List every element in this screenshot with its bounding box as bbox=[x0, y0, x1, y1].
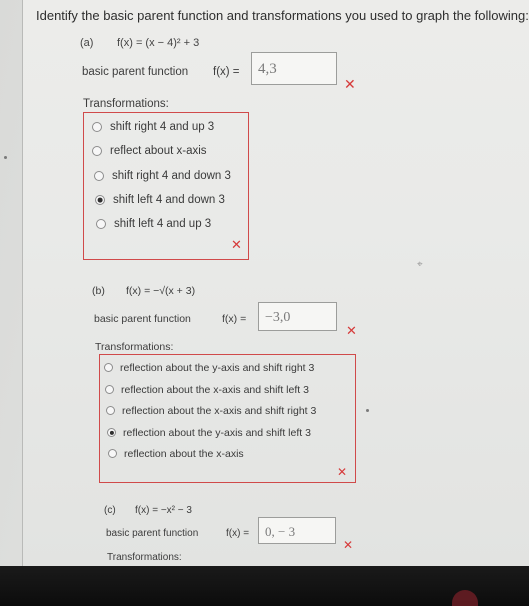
part-b-function: f(x) = −√(x + 3) bbox=[126, 285, 196, 297]
stray-dot-left bbox=[4, 156, 7, 159]
part-c-answer-incorrect-icon: ✕ bbox=[343, 538, 354, 552]
part-a-option-2-label[interactable]: reflect about x-axis bbox=[110, 145, 207, 157]
part-b-option-3-radio[interactable] bbox=[106, 406, 115, 415]
part-b-option-4-radio-selected[interactable] bbox=[107, 428, 116, 437]
stray-dot bbox=[366, 409, 369, 412]
part-a-option-5-radio[interactable] bbox=[96, 219, 106, 229]
part-b-option-5-label[interactable]: reflection about the x-axis bbox=[124, 448, 244, 460]
part-b-answer-value: −3,0 bbox=[265, 310, 291, 325]
question-prompt: Identify the basic parent function and t… bbox=[36, 8, 529, 23]
part-c-fx-label: f(x) = bbox=[226, 528, 250, 539]
part-b-option-2-label[interactable]: reflection about the x-axis and shift le… bbox=[121, 384, 309, 396]
part-b-options-incorrect-icon: ✕ bbox=[337, 465, 348, 479]
part-a-option-4-label[interactable]: shift left 4 and down 3 bbox=[113, 194, 225, 206]
part-b-option-1-label[interactable]: reflection about the y-axis and shift ri… bbox=[120, 362, 314, 374]
part-a-option-1-radio[interactable] bbox=[92, 122, 102, 132]
part-b-answer-field[interactable]: −3,0 bbox=[258, 302, 337, 331]
part-a-option-3-label[interactable]: shift right 4 and down 3 bbox=[112, 170, 231, 182]
part-a-options-box bbox=[83, 112, 249, 260]
part-b-basic-label: basic parent function bbox=[94, 313, 191, 325]
part-c-label: (c) bbox=[104, 505, 116, 516]
part-a-option-3-radio[interactable] bbox=[94, 171, 104, 181]
part-a-options-incorrect-icon: ✕ bbox=[231, 238, 242, 253]
part-b-answer-incorrect-icon: ✕ bbox=[346, 324, 357, 339]
part-c-answer-field[interactable]: 0, − 3 bbox=[258, 517, 336, 544]
part-c-function: f(x) = −x² − 3 bbox=[135, 505, 192, 516]
part-b-option-4-label[interactable]: reflection about the y-axis and shift le… bbox=[123, 427, 311, 439]
part-a-option-1-label[interactable]: shift right 4 and up 3 bbox=[110, 121, 214, 133]
part-c-basic-label: basic parent function bbox=[106, 528, 199, 539]
mouse-cursor-icon: ⌖ bbox=[417, 259, 423, 270]
part-a-option-2-radio[interactable] bbox=[92, 146, 102, 156]
part-a-option-4-radio-selected[interactable] bbox=[95, 195, 105, 205]
part-a-answer-incorrect-icon: ✕ bbox=[344, 77, 356, 93]
part-b-label: (b) bbox=[92, 285, 105, 297]
part-c-transformations-label: Transformations: bbox=[107, 552, 182, 563]
part-c-answer-value: 0, − 3 bbox=[265, 524, 296, 539]
part-b-option-2-radio[interactable] bbox=[105, 385, 114, 394]
laptop-bezel bbox=[0, 566, 529, 606]
part-a-function: f(x) = (x − 4)² + 3 bbox=[117, 37, 200, 49]
part-b-option-5-radio[interactable] bbox=[108, 449, 117, 458]
part-b-fx-label: f(x) = bbox=[222, 313, 247, 325]
part-a-fx-label: f(x) = bbox=[213, 66, 240, 78]
part-b-option-1-radio[interactable] bbox=[104, 363, 113, 372]
part-b-option-3-label[interactable]: reflection about the x-axis and shift ri… bbox=[122, 405, 316, 417]
part-b-transformations-label: Transformations: bbox=[95, 341, 174, 353]
part-a-basic-label: basic parent function bbox=[82, 66, 189, 78]
part-a-answer-field[interactable]: 4,3 bbox=[251, 52, 337, 85]
part-a-answer-value: 4,3 bbox=[258, 61, 277, 77]
part-a-label: (a) bbox=[80, 37, 94, 49]
part-a-option-5-label[interactable]: shift left 4 and up 3 bbox=[114, 218, 211, 230]
part-a-transformations-label: Transformations: bbox=[83, 98, 169, 110]
